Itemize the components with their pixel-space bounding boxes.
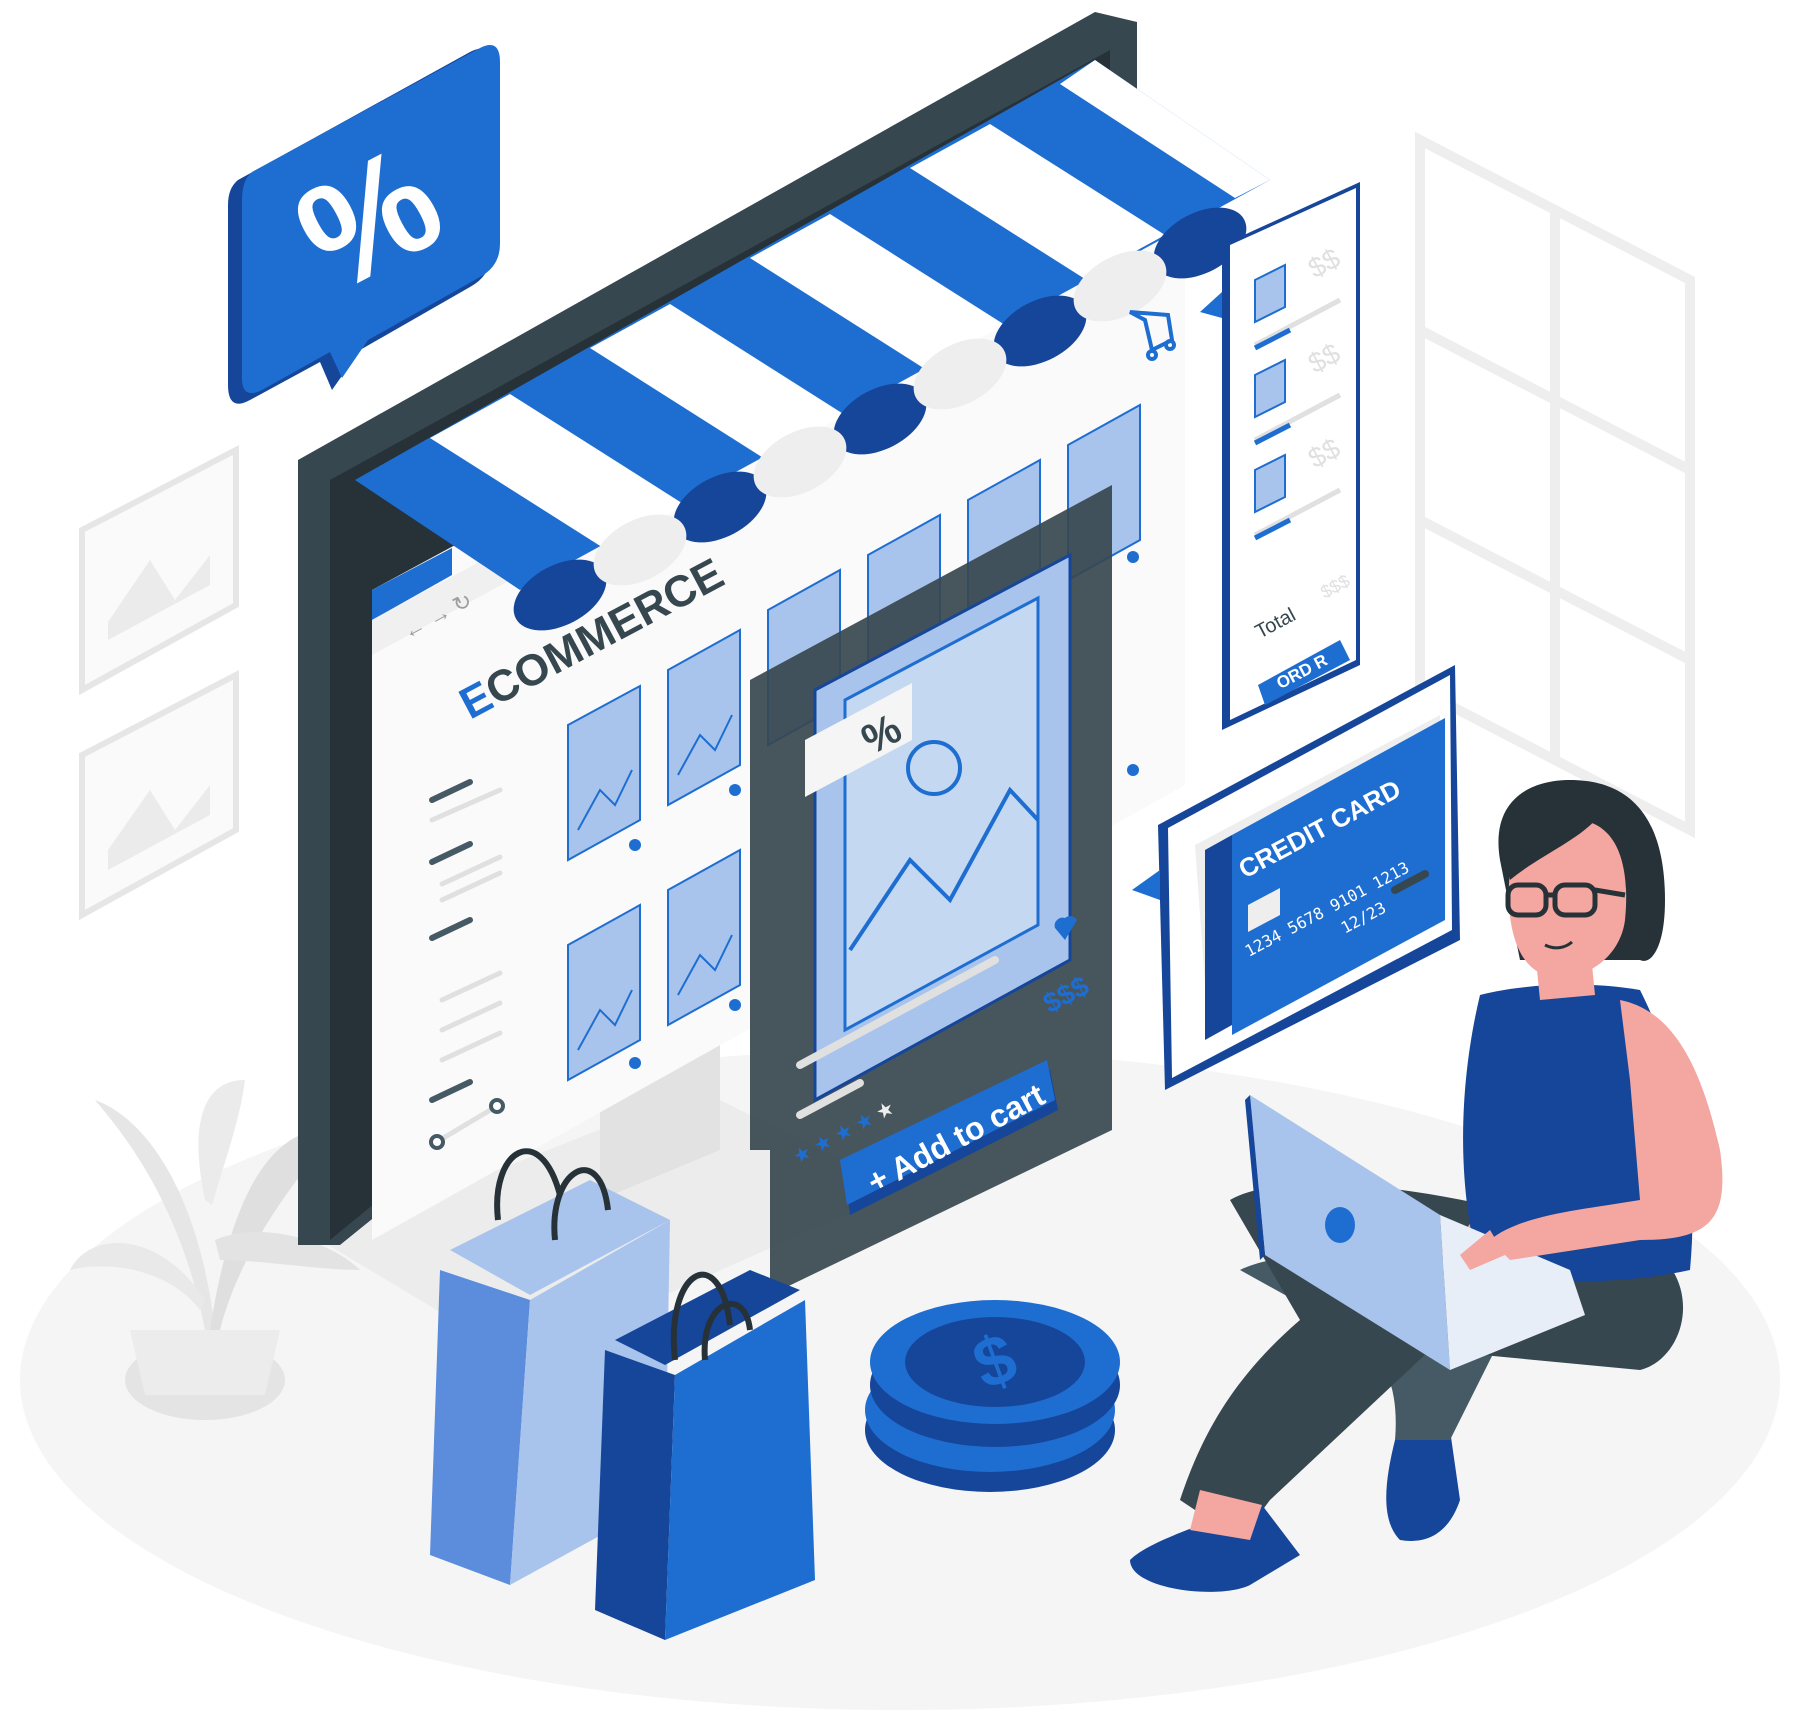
discount-badge: % — [228, 45, 500, 404]
coin-stack: $ — [865, 1300, 1120, 1492]
background-window — [1415, 131, 1695, 839]
cart-panel: $$ $$ $$ Total $$$ ORD R — [1200, 182, 1360, 730]
wall-frame-bottom — [79, 670, 239, 921]
ecommerce-illustration: ← → ↻ ECOMMERCE % % $$$ ★ ★ ★ ★ ★ + Add … — [20, 12, 1780, 1710]
wall-frame-top — [79, 445, 239, 696]
